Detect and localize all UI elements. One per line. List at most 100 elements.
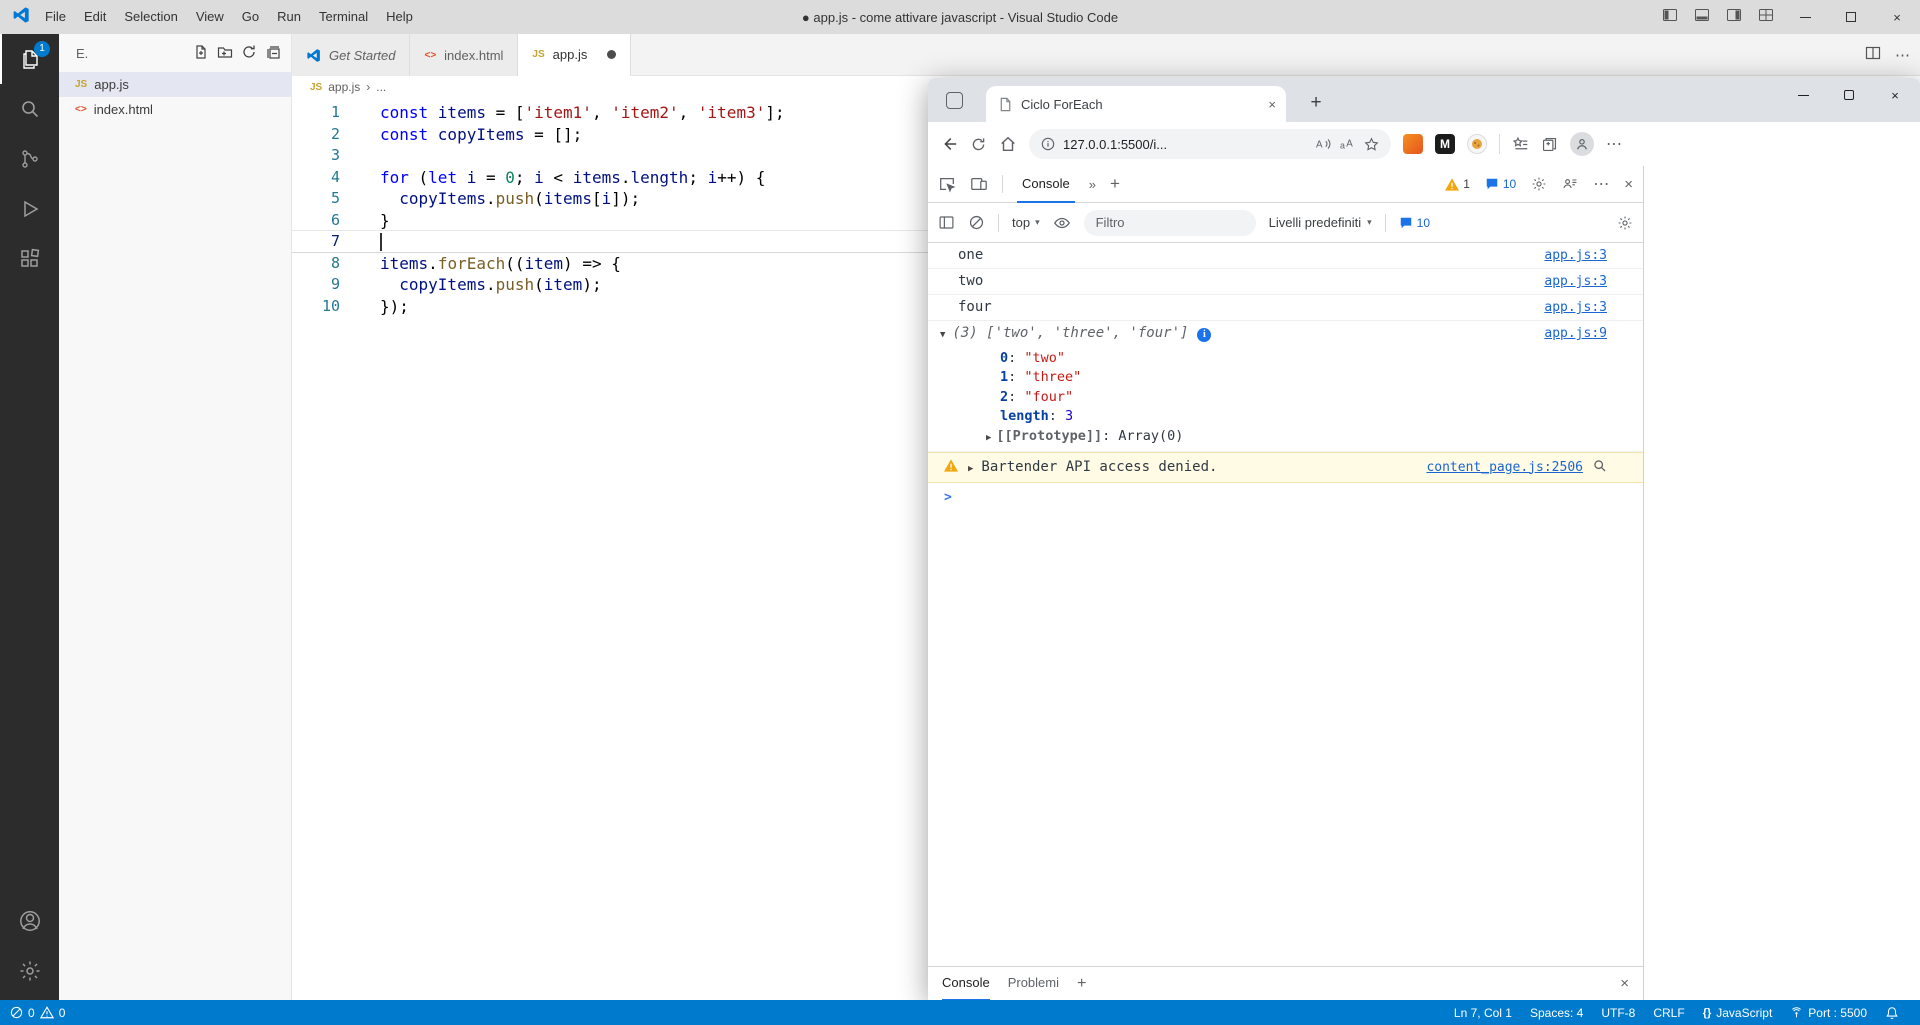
status-ln-7-col-1[interactable]: Ln 7, Col 1 (1445, 1000, 1521, 1025)
new-tab-icon[interactable]: + (1304, 92, 1328, 114)
address-bar[interactable]: 127.0.0.1:5500/i... A aA (1029, 129, 1391, 159)
menu-edit[interactable]: Edit (75, 0, 115, 34)
extension-ublock-icon[interactable] (1403, 134, 1423, 154)
source-link[interactable]: app.js:9 (1544, 325, 1607, 342)
array-entry-prototype[interactable]: ▶[[Prototype]]: Array(0) (928, 426, 1643, 448)
browser-close-button[interactable]: × (1872, 78, 1918, 112)
tab-actions-icon[interactable] (946, 92, 963, 109)
devtools-settings-icon[interactable] (1531, 176, 1547, 192)
file-item-app-js[interactable]: JSapp.js (59, 72, 291, 97)
collapse-all-icon[interactable] (265, 44, 281, 63)
status-utf-8[interactable]: UTF-8 (1592, 1000, 1644, 1025)
collapse-caret-icon[interactable]: ▼ (940, 327, 945, 344)
browser-tab[interactable]: Ciclo ForEach × (986, 86, 1286, 122)
console-sidebar-icon[interactable] (938, 214, 955, 231)
menu-view[interactable]: View (187, 0, 233, 34)
drawer-tab-console[interactable]: Console (942, 967, 990, 1001)
status-spaces-4[interactable]: Spaces: 4 (1521, 1000, 1592, 1025)
page-viewport[interactable] (1644, 166, 1920, 1000)
drawer-add-icon[interactable]: + (1077, 975, 1086, 993)
source-control-icon[interactable] (0, 134, 59, 184)
new-file-icon[interactable] (193, 44, 209, 63)
favorites-icon[interactable] (1512, 136, 1529, 153)
minimize-button[interactable] (1782, 0, 1828, 34)
filter-input[interactable] (1084, 210, 1256, 236)
collections-icon[interactable] (1541, 136, 1558, 153)
array-entry-0[interactable]: 0: "two" (928, 348, 1643, 368)
problems-status[interactable]: 0 0 (0, 1006, 65, 1020)
console-settings-icon[interactable] (1617, 215, 1633, 231)
drawer-close-icon[interactable]: × (1620, 975, 1629, 992)
extension-cookie-icon[interactable] (1467, 134, 1487, 154)
status-javascript[interactable]: {}JavaScript (1694, 1000, 1782, 1025)
source-link[interactable]: app.js:3 (1544, 299, 1607, 316)
add-favorite-icon[interactable] (1364, 137, 1379, 152)
messages-count[interactable]: 10 (1399, 216, 1430, 230)
info-icon[interactable]: i (1197, 328, 1211, 342)
profile-avatar[interactable] (1570, 132, 1594, 156)
devtools-tab-console[interactable]: Console (1017, 166, 1075, 203)
source-link[interactable]: app.js:3 (1544, 273, 1607, 290)
expand-caret-icon[interactable]: ▶ (986, 430, 991, 447)
tab-app-js[interactable]: JSapp.js (518, 34, 631, 76)
breadcrumb-more[interactable]: ... (376, 80, 386, 94)
more-tabs-icon[interactable]: » (1089, 177, 1096, 192)
extension-m-icon[interactable]: M (1435, 134, 1455, 154)
console-output[interactable]: oneapp.js:3twoapp.js:3fourapp.js:3▼(3) [… (928, 243, 1643, 966)
run-debug-icon[interactable] (0, 184, 59, 234)
notifications-bell-icon[interactable] (1876, 1000, 1908, 1025)
tab-close-icon[interactable]: × (1268, 97, 1276, 112)
toggle-sidebar-icon[interactable] (1662, 7, 1678, 28)
live-expression-eye-icon[interactable] (1053, 214, 1071, 232)
devtools-close-icon[interactable]: × (1624, 176, 1633, 193)
add-tool-icon[interactable]: + (1110, 174, 1120, 194)
browser-menu-icon[interactable]: ⋯ (1606, 134, 1623, 154)
messages-badge[interactable]: 10 (1485, 177, 1516, 191)
extensions-icon[interactable] (0, 234, 59, 284)
console-prompt[interactable]: > (928, 483, 1643, 512)
translate-icon[interactable]: aA (1340, 137, 1356, 151)
array-entry-1[interactable]: 1: "three" (928, 368, 1643, 388)
home-icon[interactable] (999, 135, 1017, 153)
devtools-menu-icon[interactable]: ⋯ (1593, 174, 1609, 194)
split-editor-icon[interactable] (1865, 45, 1881, 66)
site-info-icon[interactable] (1041, 137, 1055, 151)
menu-help[interactable]: Help (377, 0, 422, 34)
toggle-secondary-sidebar-icon[interactable] (1726, 7, 1742, 28)
array-entry-length[interactable]: length: 3 (928, 407, 1643, 427)
maximize-button[interactable] (1828, 0, 1874, 34)
console-row-warning[interactable]: ▶Bartender API access denied.content_pag… (928, 452, 1643, 483)
array-entry-2[interactable]: 2: "four" (928, 387, 1643, 407)
status-port-5500[interactable]: Port : 5500 (1781, 1000, 1876, 1025)
status-crlf[interactable]: CRLF (1644, 1000, 1693, 1025)
modified-dot-icon[interactable] (607, 50, 616, 59)
console-row-log[interactable]: oneapp.js:3 (928, 243, 1643, 269)
log-levels-selector[interactable]: Livelli predefiniti ▾ (1269, 215, 1372, 230)
drawer-tab-problemi[interactable]: Problemi (1008, 967, 1059, 1001)
read-aloud-icon[interactable]: A (1316, 137, 1332, 151)
search-icon[interactable] (0, 84, 59, 134)
breadcrumb-file[interactable]: app.js (328, 80, 360, 94)
warnings-badge[interactable]: 1 (1445, 177, 1470, 191)
editor-more-actions-icon[interactable]: ⋯ (1895, 46, 1910, 64)
browser-minimize-button[interactable] (1780, 78, 1826, 112)
feedback-icon[interactable] (1562, 176, 1578, 192)
tab-index-html[interactable]: <>index.html (410, 34, 518, 76)
array-preview-row[interactable]: ▼(3) ['two', 'three', 'four']iapp.js:9 (928, 321, 1643, 348)
new-folder-icon[interactable] (217, 44, 233, 63)
inspect-element-icon[interactable] (938, 175, 956, 193)
console-row-log[interactable]: twoapp.js:3 (928, 269, 1643, 295)
source-link[interactable]: app.js:3 (1544, 247, 1607, 264)
browser-maximize-button[interactable] (1826, 78, 1872, 112)
url-text[interactable]: 127.0.0.1:5500/i... (1063, 137, 1308, 152)
menu-go[interactable]: Go (233, 0, 268, 34)
menu-file[interactable]: File (36, 0, 75, 34)
tab-get-started[interactable]: Get Started (292, 34, 410, 76)
source-link[interactable]: content_page.js:2506 (1426, 459, 1583, 476)
back-icon[interactable] (940, 135, 958, 153)
toggle-panel-icon[interactable] (1694, 7, 1710, 28)
close-button[interactable]: × (1874, 0, 1920, 34)
context-selector[interactable]: top ▾ (1012, 215, 1040, 230)
refresh-page-icon[interactable] (970, 136, 987, 153)
device-toolbar-icon[interactable] (970, 175, 988, 193)
